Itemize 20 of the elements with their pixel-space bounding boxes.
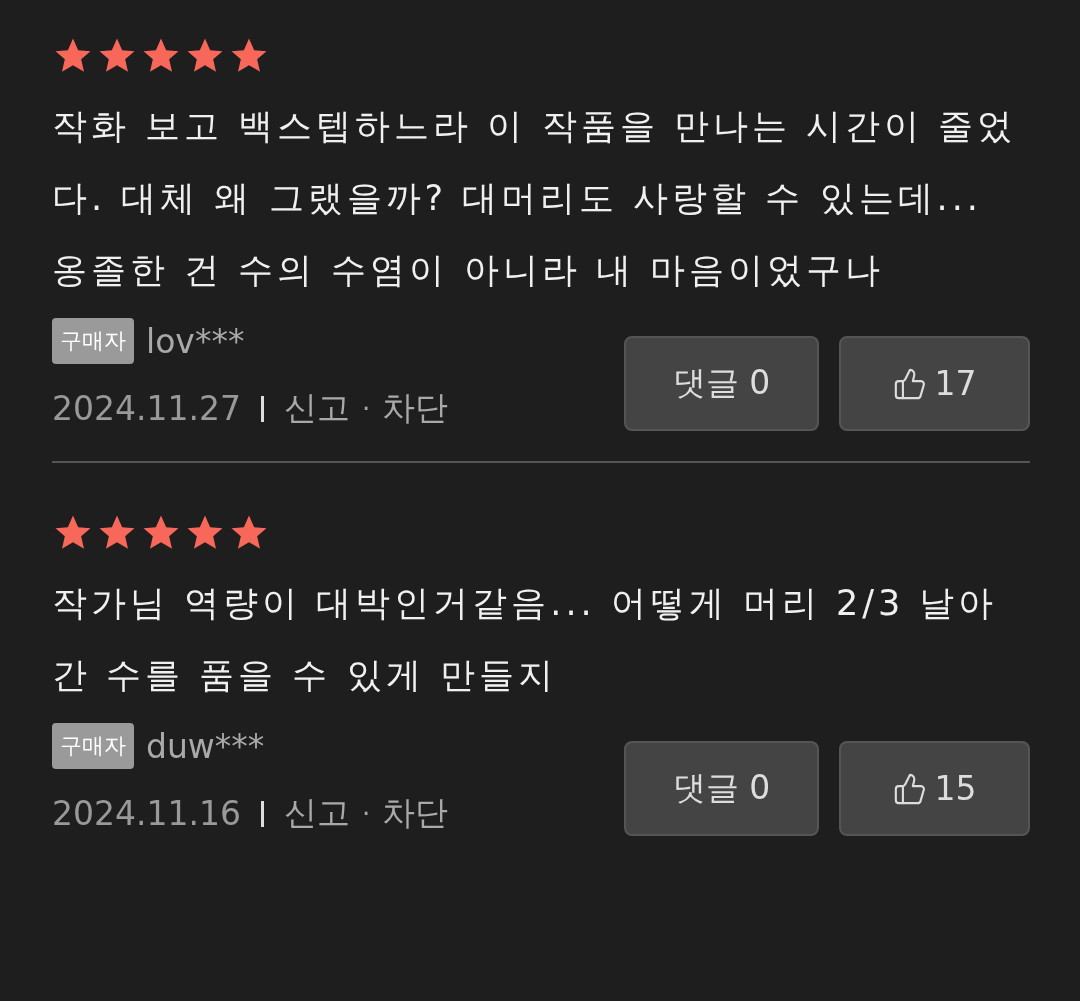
block-link[interactable]: 차단 [382,386,449,431]
comment-button[interactable]: 댓글 0 [624,741,819,836]
thumbs-up-icon [892,366,927,401]
buyer-badge: 구매자 [52,318,134,364]
review-date: 2024.11.16 [52,794,241,833]
separator-dot: · [361,393,371,424]
username: duw*** [146,726,265,766]
report-link[interactable]: 신고 [283,791,350,836]
comment-button[interactable]: 댓글 0 [624,336,819,431]
block-link[interactable]: 차단 [382,791,449,836]
review-date: 2024.11.27 [52,389,241,428]
thumbs-up-icon [892,771,927,806]
like-button[interactable]: 15 [839,741,1030,836]
review-text: 작화 보고 백스텝하느라 이 작품을 만나는 시간이 줄었다. 대체 왜 그랬을까? 대머리도 사랑할 수 있는데... 옹졸한 건 수의 수염이 아니라 내 마음이었구나 [52,105,1017,292]
review-text: 작가님 역량이 대박인거같음... 어떻게 머리 2/3 날아간 수를 품을 수 있게 만들지 [52,582,999,697]
buyer-badge: 구매자 [52,723,134,769]
report-link[interactable]: 신고 [283,386,350,431]
separator-dot: · [361,798,371,829]
username: lov*** [146,321,245,361]
like-button[interactable]: 17 [839,336,1030,431]
